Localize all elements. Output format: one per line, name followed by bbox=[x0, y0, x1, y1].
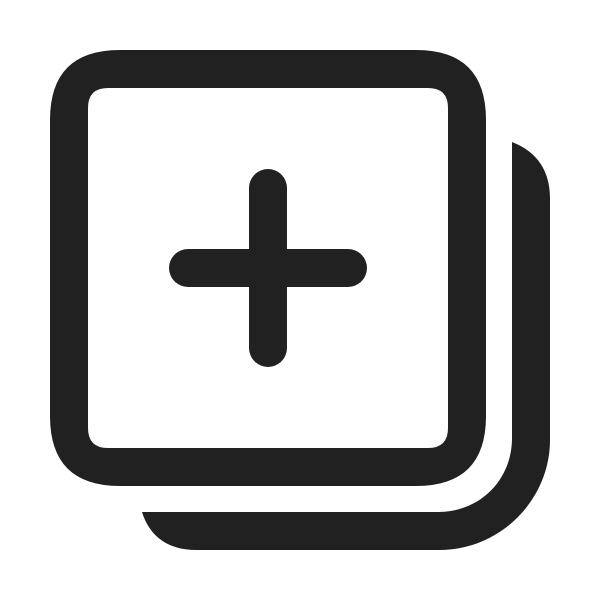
icon-canvas bbox=[0, 0, 600, 600]
add-square-multiple-icon[interactable] bbox=[0, 0, 600, 600]
stacked-square-back bbox=[142, 142, 550, 550]
